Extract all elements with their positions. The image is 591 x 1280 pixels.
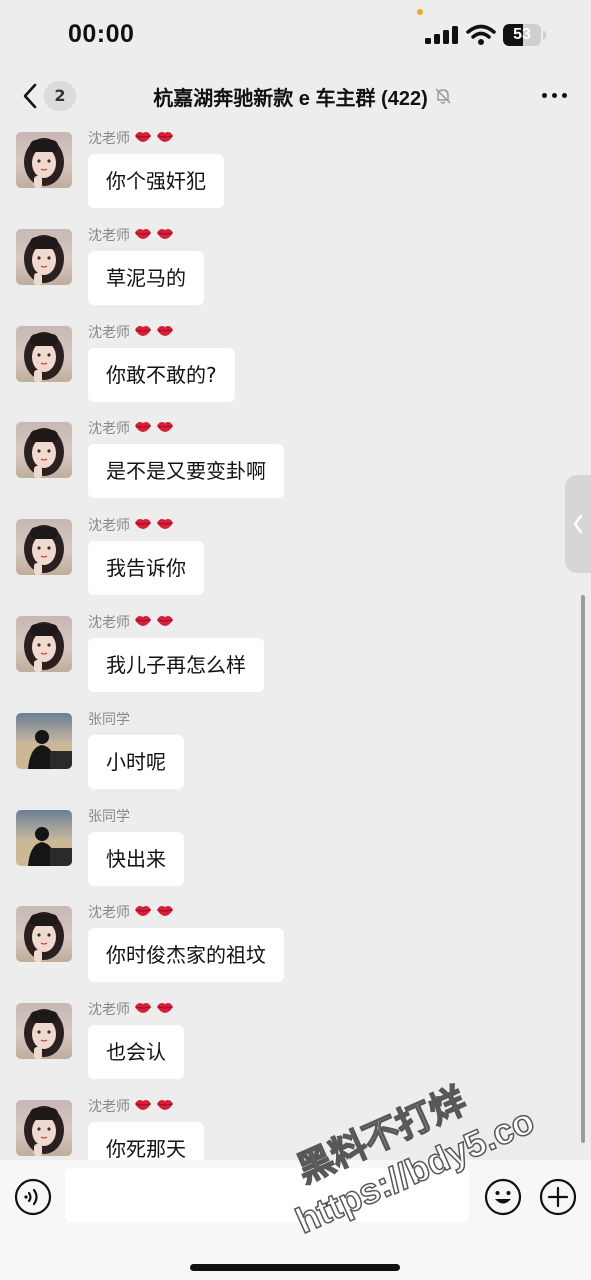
lips-emoji-icon (134, 1002, 152, 1018)
sender-label: 张同学 (88, 806, 130, 826)
message-row: 沈老师 你个强奸犯 (0, 128, 591, 220)
message-bubble[interactable]: 我告诉你 (88, 541, 204, 596)
voice-input-button[interactable] (14, 1178, 52, 1216)
nav-bar: 2 杭嘉湖奔驰新款 e 车主群 (422) (0, 70, 591, 122)
avatar[interactable] (16, 325, 72, 382)
avatar[interactable] (16, 1003, 72, 1060)
message-bubble[interactable]: 也会认 (88, 1025, 184, 1080)
message-bubble[interactable]: 草泥马的 (88, 250, 204, 305)
lips-emoji-icon (156, 421, 174, 437)
avatar[interactable] (16, 616, 72, 672)
avatar[interactable] (16, 132, 72, 188)
more-options-button[interactable] (540, 84, 570, 106)
lips-emoji-icon (134, 615, 152, 631)
bell-off-icon (435, 88, 451, 104)
sender-name: 沈老师 (88, 131, 130, 147)
lips-emoji-icon (156, 1099, 174, 1115)
unread-count-badge[interactable]: 2 (44, 81, 76, 111)
status-bar: 00:00 53 (0, 0, 591, 70)
sender-name: 张同学 (88, 808, 130, 825)
lips-emoji-icon (134, 131, 152, 147)
message-bubble[interactable]: 你个强奸犯 (88, 154, 224, 208)
sender-label: 沈老师 (88, 999, 174, 1019)
message-row: 沈老师我儿子再怎么样 (0, 612, 591, 704)
back-button[interactable] (20, 82, 40, 110)
sender-label: 沈老师 (88, 322, 174, 342)
chat-message-list[interactable]: 沈老师 你个强奸犯 沈老师 草泥马的 沈老师 你敢不敢的? 沈老师 是不是又要变卦啊 沈老师 我告… (0, 122, 591, 1160)
sender-name: 沈老师 (88, 1099, 130, 1115)
smiley-icon (484, 1178, 522, 1216)
lips-emoji-icon (134, 325, 152, 341)
sender-name: 沈老师 (88, 615, 130, 631)
avatar[interactable] (16, 906, 72, 963)
message-row: 沈老师 我告诉你 (0, 515, 591, 607)
sender-name: 张同学 (88, 711, 130, 728)
lips-emoji-icon (156, 518, 174, 534)
sender-label: 沈老师 (88, 225, 174, 245)
sender-name: 沈老师 (88, 1002, 130, 1019)
sender-name: 沈老师 (88, 421, 130, 438)
sender-label: 沈老师 (88, 128, 174, 148)
avatar[interactable] (16, 712, 72, 769)
privacy-indicator-dot (417, 9, 423, 15)
sender-name: 沈老师 (88, 227, 130, 244)
lips-emoji-icon (156, 905, 174, 921)
battery-icon: 53 (503, 24, 541, 46)
lips-emoji-icon (156, 131, 174, 147)
avatar[interactable] (16, 1100, 72, 1156)
avatar[interactable] (16, 422, 72, 479)
status-time: 00:00 (68, 20, 135, 48)
more-actions-button[interactable] (539, 1178, 577, 1216)
scroll-indicator[interactable] (581, 595, 585, 1143)
voice-icon (14, 1178, 52, 1216)
lips-emoji-icon (156, 615, 174, 631)
sender-name: 沈老师 (88, 324, 130, 341)
message-row: 张同学 快出来 (0, 806, 591, 898)
lips-emoji-icon (134, 518, 152, 534)
sender-label: 沈老师 (88, 1096, 174, 1116)
sender-label: 沈老师 (88, 418, 174, 438)
lips-emoji-icon (134, 421, 152, 437)
plus-circle-icon (539, 1178, 577, 1216)
sender-label: 沈老师 (88, 612, 174, 632)
cellular-signal-icon (425, 26, 459, 44)
lips-emoji-icon (134, 905, 152, 921)
message-bubble[interactable]: 我儿子再怎么样 (88, 638, 264, 692)
message-row: 沈老师你敢不敢的? (0, 322, 591, 414)
lips-emoji-icon (156, 1002, 174, 1018)
avatar[interactable] (16, 519, 72, 576)
message-bubble[interactable]: 你时俊杰家的祖坟 (88, 928, 284, 983)
message-bubble[interactable]: 快出来 (88, 831, 184, 886)
lips-emoji-icon (156, 325, 174, 341)
chevron-left-icon (573, 514, 583, 534)
message-bubble[interactable]: 你死那天 (88, 1122, 204, 1160)
lips-emoji-icon (156, 228, 174, 244)
wifi-icon (466, 24, 496, 45)
avatar[interactable] (16, 228, 72, 285)
nav-title-container: 杭嘉湖奔驰新款 e 车主群 (422) (130, 80, 475, 112)
emoji-button[interactable] (484, 1178, 522, 1216)
sender-name: 沈老师 (88, 905, 130, 922)
side-drawer-tab[interactable] (565, 475, 591, 573)
sender-name: 沈老师 (88, 518, 130, 535)
home-indicator[interactable] (190, 1264, 400, 1271)
message-row: 沈老师你时俊杰家的祖坟 (0, 902, 591, 994)
message-row: 沈老师是不是又要变卦啊 (0, 418, 591, 510)
message-bubble[interactable]: 小时呢 (88, 734, 184, 789)
sender-label: 沈老师 (88, 902, 174, 922)
message-row: 张同学 小时呢 (0, 709, 591, 801)
lips-emoji-icon (134, 1099, 152, 1115)
sender-label: 张同学 (88, 709, 130, 729)
message-bubble[interactable]: 你敢不敢的? (88, 347, 235, 402)
battery-level: 53 (513, 26, 531, 43)
lips-emoji-icon (134, 228, 152, 244)
battery-nub (543, 31, 546, 39)
sender-label: 沈老师 (88, 515, 174, 535)
message-bubble[interactable]: 是不是又要变卦啊 (88, 444, 284, 499)
avatar[interactable] (16, 809, 72, 866)
message-row: 沈老师 草泥马的 (0, 225, 591, 317)
chat-title: 杭嘉湖奔驰新款 e 车主群 (422) (153, 87, 428, 110)
